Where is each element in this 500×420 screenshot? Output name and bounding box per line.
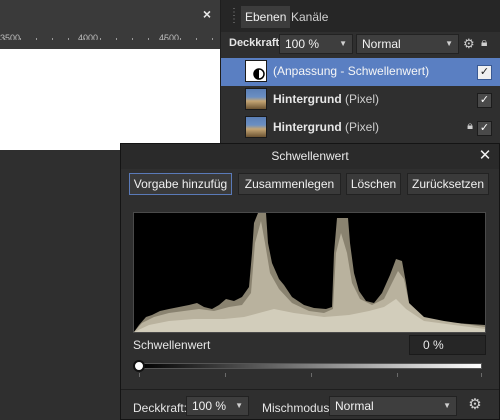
slider-tick: [311, 373, 312, 377]
panel-grip-icon[interactable]: ⋮ ⋮: [229, 8, 239, 25]
layer-row-background[interactable]: Hintergrund (Pixel) ✓: [221, 86, 500, 114]
layer-name: Hintergrund: [273, 120, 342, 134]
close-document-icon[interactable]: ×: [200, 7, 214, 21]
threshold-slider-handle[interactable]: [133, 360, 145, 372]
tab-channels[interactable]: Kanäle: [287, 6, 332, 28]
layer-row-background-locked[interactable]: Hintergrund (Pixel) 🔒︎ ✓: [221, 114, 500, 142]
layers-panel: ⋮ ⋮ Ebenen Kanäle Deckkraft: 100 % ▼ Norm…: [220, 0, 500, 150]
opacity-dropdown[interactable]: 100 % ▼: [279, 34, 353, 54]
adjustment-icon: [245, 60, 267, 82]
gear-icon[interactable]: ⚙: [467, 397, 483, 413]
opacity-label: Deckkraft:: [133, 401, 188, 415]
histogram: [133, 212, 486, 333]
opacity-dropdown[interactable]: 100 % ▼: [186, 396, 249, 416]
slider-tick: [139, 373, 140, 377]
chevron-down-icon: ▼: [443, 401, 451, 410]
lock-icon[interactable]: 🔒︎: [467, 120, 473, 133]
lock-icon[interactable]: 🔒︎: [481, 35, 487, 50]
layer-name: (Anpassung - Schwellenwert): [273, 64, 430, 78]
layer-name: Hintergrund: [273, 92, 342, 106]
chevron-down-icon: ▼: [235, 401, 243, 410]
add-preset-button[interactable]: Vorgabe hinzufüg: [129, 173, 232, 195]
reset-button[interactable]: Zurücksetzen: [407, 173, 489, 195]
slider-tick: [397, 373, 398, 377]
delete-button[interactable]: Löschen: [346, 173, 401, 195]
layer-name-group: Hintergrund (Pixel): [273, 120, 379, 134]
blend-mode-dropdown[interactable]: Normal ▼: [356, 34, 459, 54]
document-canvas[interactable]: [0, 49, 220, 150]
threshold-label: Schwellenwert: [133, 338, 211, 352]
blend-mode-value: Normal: [335, 399, 374, 413]
threshold-value-field[interactable]: 0 %: [409, 335, 486, 355]
threshold-slider-track[interactable]: [139, 363, 482, 369]
layer-options-row: Deckkraft: 100 % ▼ Normal ▼ ⚙ 🔒︎: [221, 32, 500, 56]
blend-mode-dropdown[interactable]: Normal ▼: [329, 396, 457, 416]
opacity-value: 100 %: [285, 37, 320, 51]
layer-visibility-checkbox[interactable]: ✓: [477, 93, 492, 108]
layer-name-group: Hintergrund (Pixel): [273, 92, 379, 106]
threshold-dialog: Schwellenwert ✕ Vorgabe hinzufüg Zusamme…: [120, 143, 500, 420]
divider: [121, 389, 499, 390]
histogram-graph: [134, 213, 485, 332]
slider-tick: [225, 373, 226, 377]
chevron-down-icon: ▼: [339, 39, 347, 48]
slider-tick: [481, 373, 482, 377]
layer-visibility-checkbox[interactable]: ✓: [477, 121, 492, 136]
blend-mode-label: Mischmodus:: [262, 401, 333, 415]
layer-thumbnail: [245, 116, 267, 138]
layer-type: (Pixel): [341, 120, 380, 134]
gear-icon[interactable]: ⚙: [463, 36, 475, 52]
merge-button[interactable]: Zusammenlegen: [238, 173, 341, 195]
dialog-title: Schwellenwert: [121, 144, 499, 169]
panel-tabbar: ⋮ ⋮ Ebenen Kanäle: [221, 0, 500, 32]
layer-type: (Pixel): [341, 92, 380, 106]
layer-visibility-checkbox[interactable]: ✓: [477, 65, 492, 80]
blend-mode-value: Normal: [362, 37, 401, 51]
horizontal-ruler: 3500 4000 4500: [0, 0, 220, 43]
layer-thumbnail: [245, 88, 267, 110]
opacity-value: 100 %: [192, 399, 227, 413]
tab-layers[interactable]: Ebenen: [241, 6, 291, 28]
layer-row-adjustment[interactable]: (Anpassung - Schwellenwert) ✓: [221, 58, 500, 86]
close-icon[interactable]: ✕: [477, 148, 493, 164]
opacity-label: Deckkraft:: [229, 37, 283, 49]
chevron-down-icon: ▼: [445, 39, 453, 48]
